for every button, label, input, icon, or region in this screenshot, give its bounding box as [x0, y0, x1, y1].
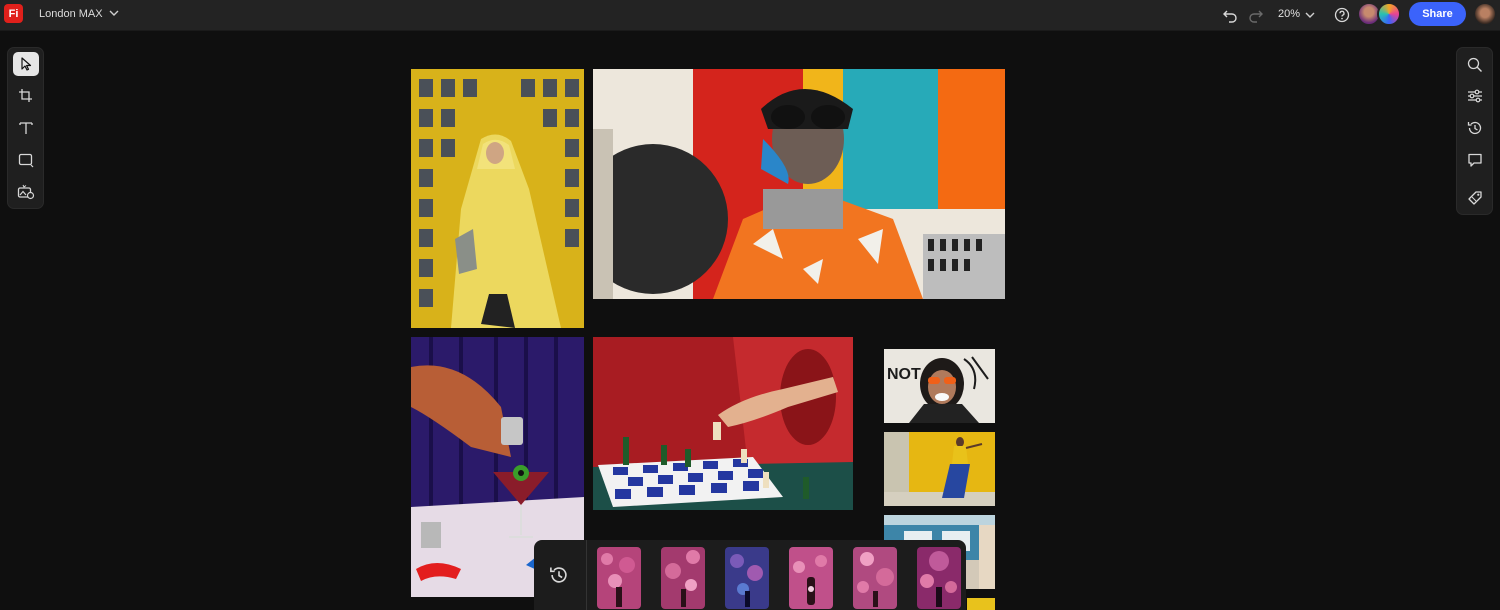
chess-hand-photo[interactable]: [593, 337, 853, 510]
history-icon[interactable]: [1462, 116, 1488, 140]
user-avatar[interactable]: [1473, 2, 1497, 26]
undo-icon[interactable]: [1220, 5, 1240, 25]
rectangle-icon: [18, 153, 34, 168]
shape-tool[interactable]: [13, 148, 39, 172]
pointer-icon: [21, 57, 32, 71]
divider: [586, 540, 587, 610]
variation-thumbnail[interactable]: [789, 547, 833, 609]
right-toolbar: [1456, 47, 1493, 215]
crop-tool[interactable]: [13, 84, 39, 108]
top-bar: Fi London MAX 20% Share: [0, 0, 1500, 31]
tag-icon[interactable]: [1462, 186, 1488, 210]
left-toolbar: [7, 47, 44, 209]
document-title[interactable]: London MAX: [39, 8, 103, 20]
history-icon[interactable]: [534, 540, 584, 610]
search-icon[interactable]: [1462, 53, 1488, 77]
zoom-level[interactable]: 20%: [1278, 8, 1300, 20]
collaborator-avatar[interactable]: [1377, 2, 1401, 26]
generate-image-icon: [17, 184, 35, 200]
crop-icon: [19, 89, 32, 102]
orange-glasses-woman-photo[interactable]: NOT: [884, 349, 995, 423]
variation-thumbnail[interactable]: [917, 547, 961, 609]
yellow-coat-photo[interactable]: [411, 69, 584, 328]
help-icon[interactable]: [1332, 5, 1352, 25]
comment-icon[interactable]: [1462, 148, 1488, 172]
share-button[interactable]: Share: [1409, 2, 1466, 26]
text-icon: [19, 122, 33, 134]
variation-thumbnail[interactable]: [661, 547, 705, 609]
chevron-down-icon[interactable]: [107, 6, 121, 20]
partial-yellow-photo[interactable]: [967, 598, 995, 610]
svg-text:NOT: NOT: [887, 366, 921, 383]
select-tool[interactable]: [13, 52, 39, 76]
variation-thumbnail[interactable]: [597, 547, 641, 609]
adjustments-icon[interactable]: [1462, 84, 1488, 108]
generate-tool[interactable]: [13, 180, 39, 204]
variation-thumbnail[interactable]: [853, 547, 897, 609]
variations-bar: [534, 540, 966, 610]
app-logo[interactable]: Fi: [4, 4, 23, 23]
redo-icon[interactable]: [1246, 5, 1266, 25]
text-tool[interactable]: [13, 116, 39, 140]
variation-thumbnail[interactable]: [725, 547, 769, 609]
zoom-chevron-down-icon[interactable]: [1300, 5, 1320, 25]
yellow-wall-woman-photo[interactable]: [884, 432, 995, 506]
collage-sunglasses-photo[interactable]: [593, 69, 1005, 299]
